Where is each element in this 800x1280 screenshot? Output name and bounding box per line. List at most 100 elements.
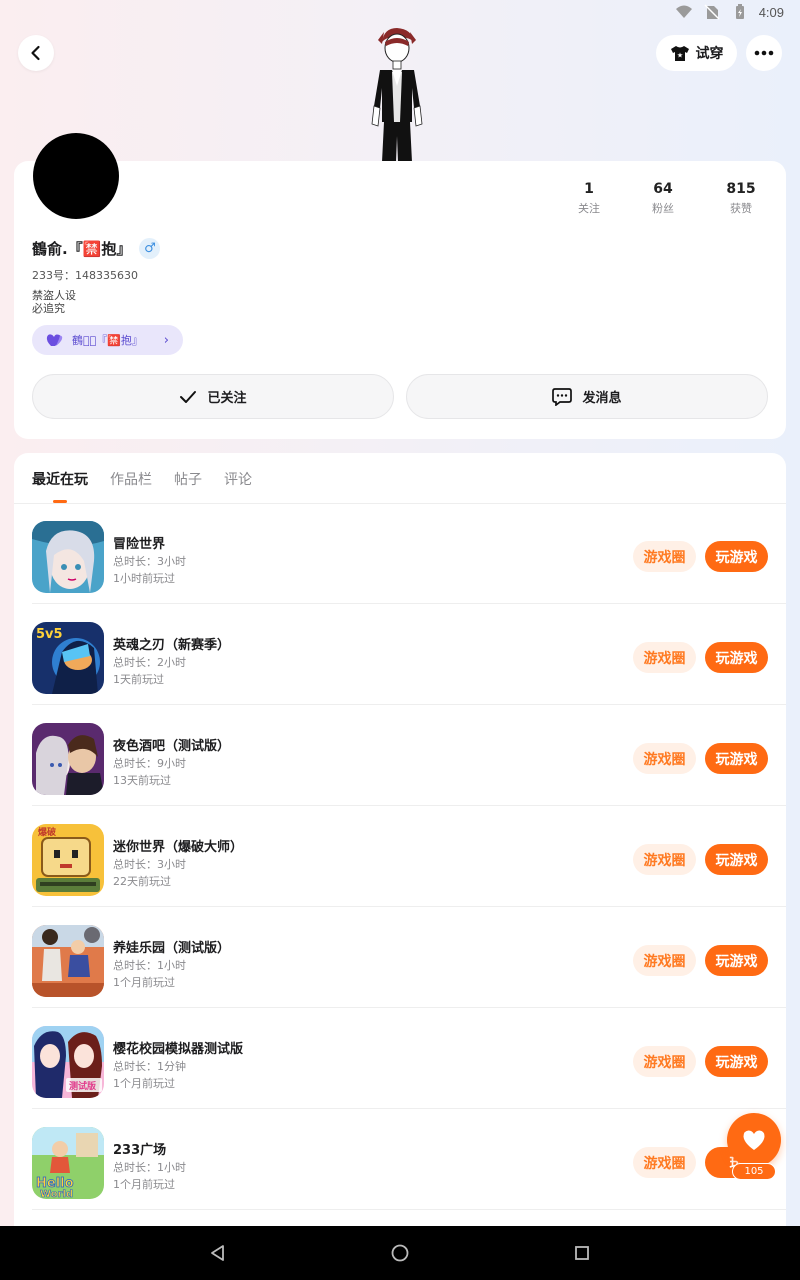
battery-icon <box>735 4 744 19</box>
bio: 禁盗人设 必追究 <box>32 289 76 315</box>
svg-text:测试版: 测试版 <box>69 1080 96 1092</box>
play-game-button[interactable]: 玩游戏 <box>705 743 768 774</box>
wifi-icon <box>675 5 692 18</box>
bio-line: 必追究 <box>32 302 65 315</box>
nickname: 鶴俞.『🈲抱』 <box>32 240 132 258</box>
play-game-button[interactable]: 玩游戏 <box>705 642 768 673</box>
play-game-button[interactable]: 玩游戏 <box>705 541 768 572</box>
game-circle-button[interactable]: 游戏圈 <box>633 1046 696 1077</box>
profile-tabs: 最近在玩 作品栏 帖子 评论 <box>32 469 252 489</box>
play-game-button[interactable]: 玩游戏 <box>705 945 768 976</box>
play-game-button[interactable]: 玩游戏 <box>705 1046 768 1077</box>
game-icon-baby-park[interactable] <box>32 925 104 997</box>
tab-posts[interactable]: 帖子 <box>174 469 202 489</box>
game-icon-adventure-world[interactable] <box>32 521 104 593</box>
profile-card: 1 关注 64 粉丝 815 获赞 鶴俞.『🈲抱』 ♂ 233号：1483356… <box>14 133 786 439</box>
list-item[interactable]: 5v5 英魂之刃（新赛季） 总时长：2小时 1天前玩过 游戏圈 玩游戏 <box>14 604 786 705</box>
game-title: 英魂之刃（新赛季） <box>113 638 231 653</box>
game-icon-mini-world[interactable]: 爆破 <box>32 824 104 896</box>
svg-text:★: ★ <box>676 51 682 59</box>
send-message-button[interactable]: 发消息 <box>406 374 768 419</box>
heart-icon <box>743 1130 765 1150</box>
chevron-right-icon: › <box>163 332 169 348</box>
followed-button[interactable]: 已关注 <box>32 374 394 419</box>
triangle-back-icon <box>211 1245 224 1261</box>
relationship-badge[interactable]: 鶴煜⃕『🈲抱』 › <box>32 325 183 355</box>
bio-line: 禁盗人设 <box>32 289 76 302</box>
game-title: 樱花校园模拟器测试版 <box>113 1042 244 1057</box>
stat-value: 815 <box>726 181 756 197</box>
stat-following[interactable]: 1 关注 <box>554 181 624 216</box>
list-item[interactable]: 测试版 樱花校园模拟器测试版 总时长：1分钟 1个月前玩过 游戏圈 玩游戏 <box>14 1008 786 1109</box>
play-game-button[interactable]: 玩游戏 <box>705 844 768 875</box>
game-duration: 总时长：1小时 <box>113 959 186 972</box>
try-on-label: 试穿 <box>695 46 724 62</box>
game-duration: 总时长：1分钟 <box>113 1060 186 1073</box>
back-button[interactable] <box>18 35 54 71</box>
nav-back-button[interactable] <box>205 1240 231 1266</box>
check-icon <box>180 390 197 403</box>
chat-bubble-icon <box>552 387 573 406</box>
game-last-played: 1个月前玩过 <box>113 1077 175 1090</box>
circle-home-icon <box>391 1244 409 1262</box>
game-circle-button[interactable]: 游戏圈 <box>633 1147 696 1178</box>
avatar[interactable] <box>33 133 119 219</box>
stat-value: 64 <box>653 181 673 197</box>
game-title: 夜色酒吧（测试版） <box>113 739 231 754</box>
tab-recently-played[interactable]: 最近在玩 <box>32 469 88 489</box>
list-item[interactable]: 夜色酒吧（测试版） 总时长：9小时 13天前玩过 游戏圈 玩游戏 <box>14 705 786 806</box>
game-last-played: 1小时前玩过 <box>113 572 175 585</box>
game-duration: 总时长：2小时 <box>113 656 186 669</box>
game-last-played: 13天前玩过 <box>113 774 171 787</box>
square-recents-icon <box>575 1246 589 1260</box>
game-last-played: 1天前玩过 <box>113 673 164 686</box>
game-icon-sakura-school[interactable]: 测试版 <box>32 1026 104 1098</box>
game-circle-button[interactable]: 游戏圈 <box>633 541 696 572</box>
character-avatar-image[interactable] <box>362 26 432 162</box>
recent-games-list: 冒险世界 总时长：3小时 1小时前玩过 游戏圈 玩游戏 5v5 英魂之刃（新赛季… <box>14 503 786 1210</box>
followed-label: 已关注 <box>207 391 247 406</box>
game-icon-night-bar[interactable] <box>32 723 104 795</box>
svg-text:World: World <box>40 1189 73 1199</box>
clock: 4:09 <box>758 4 784 20</box>
more-options-button[interactable] <box>746 35 782 71</box>
floating-like-button[interactable] <box>727 1113 781 1167</box>
game-circle-button[interactable]: 游戏圈 <box>633 844 696 875</box>
system-navigation-bar <box>0 1226 800 1280</box>
game-last-played: 22天前玩过 <box>113 875 171 888</box>
game-circle-button[interactable]: 游戏圈 <box>633 945 696 976</box>
game-circle-button[interactable]: 游戏圈 <box>633 743 696 774</box>
male-gender-icon: ♂ <box>139 238 161 259</box>
chevron-left-icon <box>31 45 40 61</box>
tshirt-icon: ★ <box>670 45 689 61</box>
nickname-row: 鶴俞.『🈲抱』 ♂ <box>32 238 161 259</box>
game-icon-233-plaza[interactable]: Hello World <box>32 1127 104 1199</box>
stat-label: 粉丝 <box>652 202 674 215</box>
badge-text: 鶴煜⃕『🈲抱』 <box>72 334 143 347</box>
game-title: 养娃乐园（测试版） <box>113 941 231 956</box>
list-item[interactable]: 冒险世界 总时长：3小时 1小时前玩过 游戏圈 玩游戏 <box>14 503 786 604</box>
status-bar: 4:09 <box>0 0 800 28</box>
game-title: 迷你世界（爆破大师） <box>113 840 244 855</box>
list-item[interactable]: 爆破 迷你世界（爆破大师） 总时长：3小时 22天前玩过 游戏圈 玩游戏 <box>14 806 786 907</box>
game-icon-soul-blade[interactable]: 5v5 <box>32 622 104 694</box>
send-message-label: 发消息 <box>582 391 622 406</box>
tab-comments[interactable]: 评论 <box>224 469 252 489</box>
game-circle-button[interactable]: 游戏圈 <box>633 642 696 673</box>
svg-text:爆破: 爆破 <box>38 826 57 838</box>
stat-label: 关注 <box>578 202 600 215</box>
divider <box>32 1209 786 1210</box>
profile-stats: 1 关注 64 粉丝 815 获赞 <box>554 181 780 216</box>
list-item[interactable]: 养娃乐园（测试版） 总时长：1小时 1个月前玩过 游戏圈 玩游戏 <box>14 907 786 1008</box>
tab-works[interactable]: 作品栏 <box>110 469 152 489</box>
game-last-played: 1个月前玩过 <box>113 976 175 989</box>
stat-likes[interactable]: 815 获赞 <box>702 181 780 216</box>
game-duration: 总时长：3小时 <box>113 858 186 871</box>
try-on-button[interactable]: ★ 试穿 <box>656 35 737 71</box>
no-sim-icon <box>704 4 720 20</box>
stat-fans[interactable]: 64 粉丝 <box>624 181 702 216</box>
nav-recents-button[interactable] <box>569 1240 595 1266</box>
list-item[interactable]: HelloWorld 233广场 总时长：1小时 1个月前玩过 游戏圈 玩 <box>14 1109 786 1210</box>
nav-home-button[interactable] <box>387 1240 413 1266</box>
game-duration: 总时长：3小时 <box>113 555 186 568</box>
